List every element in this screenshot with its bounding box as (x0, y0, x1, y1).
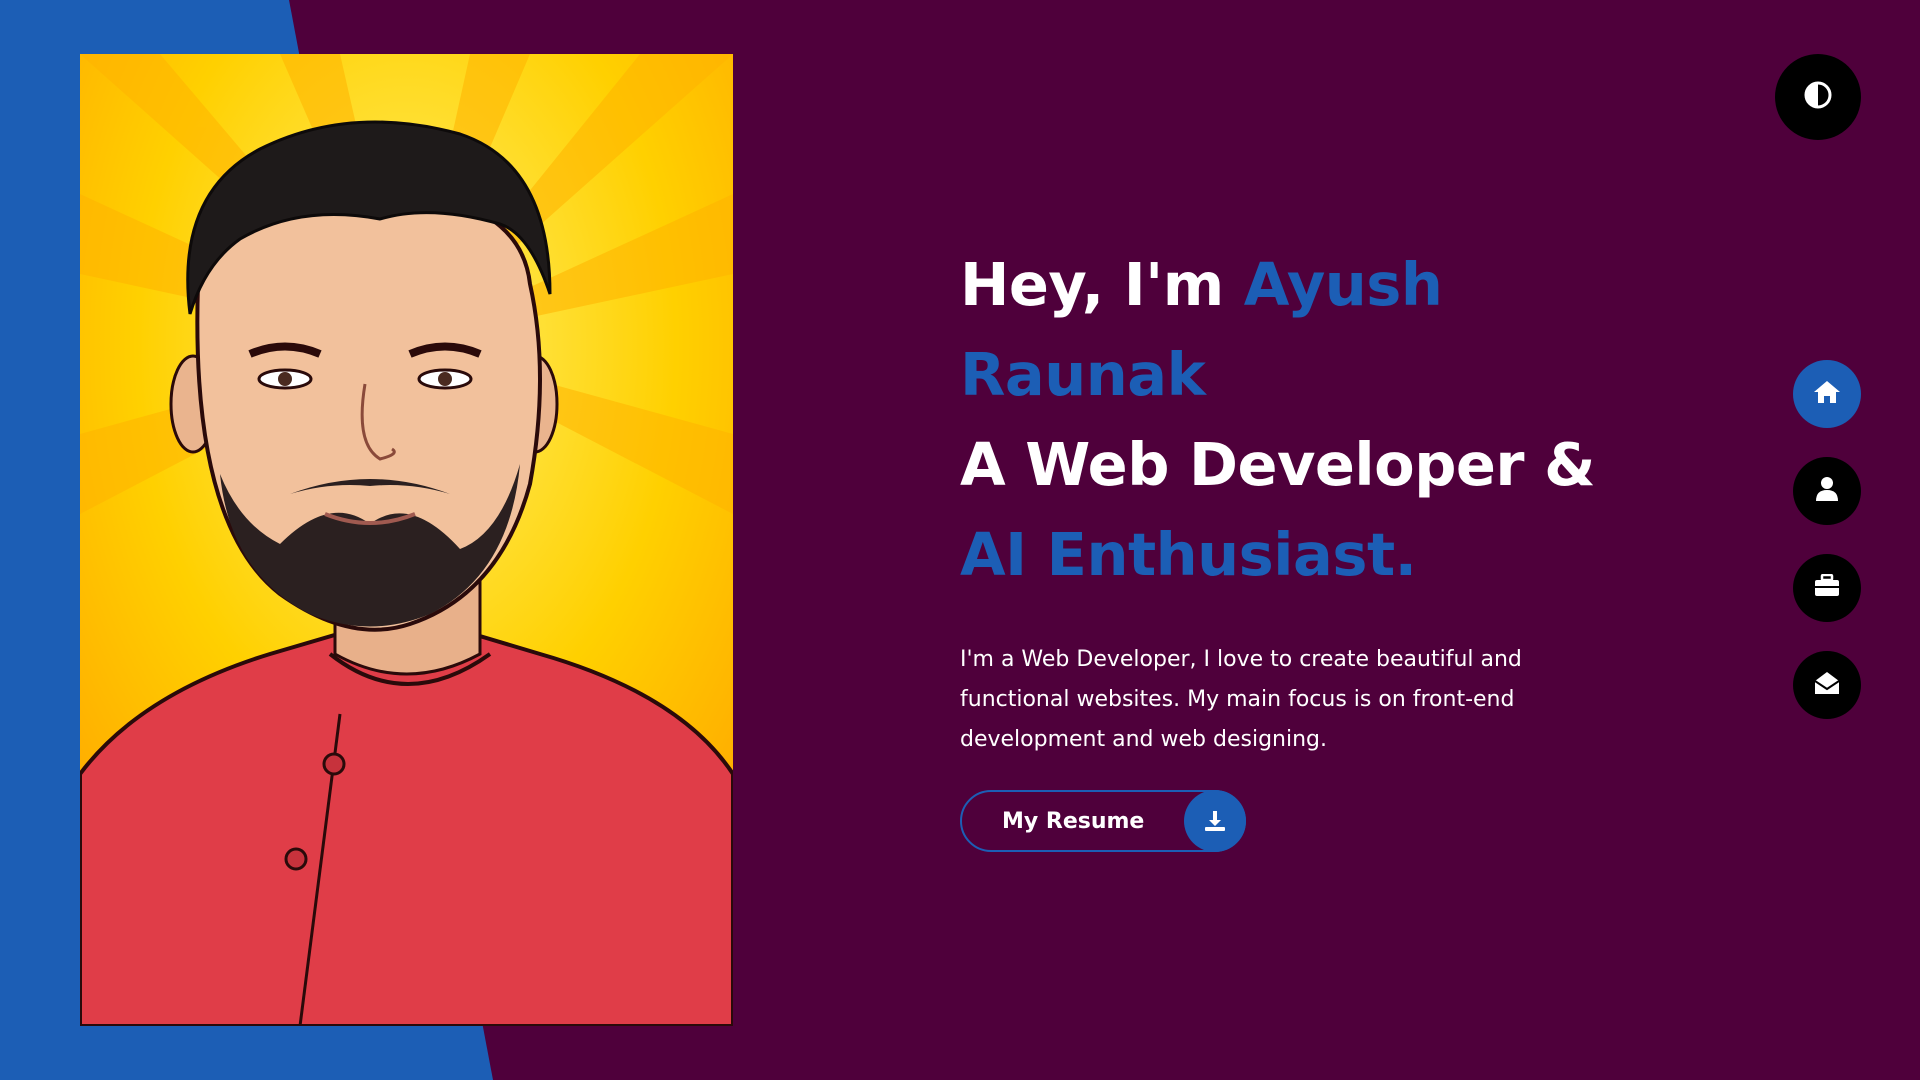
user-icon (1816, 476, 1838, 506)
greeting-text: Hey, I'm (960, 250, 1244, 319)
role-text: A Web Developer & (960, 430, 1596, 499)
resume-button[interactable]: My Resume (960, 790, 1247, 852)
nav-home-button[interactable] (1793, 360, 1861, 428)
side-navigation (1793, 360, 1863, 748)
portrait-illustration (80, 54, 733, 1026)
envelope-open-icon (1814, 671, 1840, 699)
hero-section: Hey, I'm Ayush Raunak A Web Developer & … (960, 240, 1600, 852)
nav-portfolio-button[interactable] (1793, 554, 1861, 622)
contrast-icon (1803, 80, 1833, 114)
bio-paragraph: I'm a Web Developer, I love to create be… (960, 647, 1522, 752)
name-first: Ayush (1243, 250, 1443, 319)
hero-headline: Hey, I'm Ayush Raunak A Web Developer & … (960, 240, 1600, 600)
nav-about-button[interactable] (1793, 457, 1861, 525)
theme-toggle-button[interactable] (1775, 54, 1861, 140)
role-accent-text: AI Enthusiast. (960, 520, 1417, 589)
briefcase-icon (1814, 573, 1840, 602)
profile-portrait (80, 54, 733, 1026)
home-icon (1813, 379, 1841, 409)
download-icon (1184, 790, 1247, 852)
nav-contact-button[interactable] (1793, 651, 1861, 719)
page: Hey, I'm Ayush Raunak A Web Developer & … (0, 0, 1920, 1080)
name-last: Raunak (960, 340, 1206, 409)
resume-button-label: My Resume (1002, 808, 1145, 834)
